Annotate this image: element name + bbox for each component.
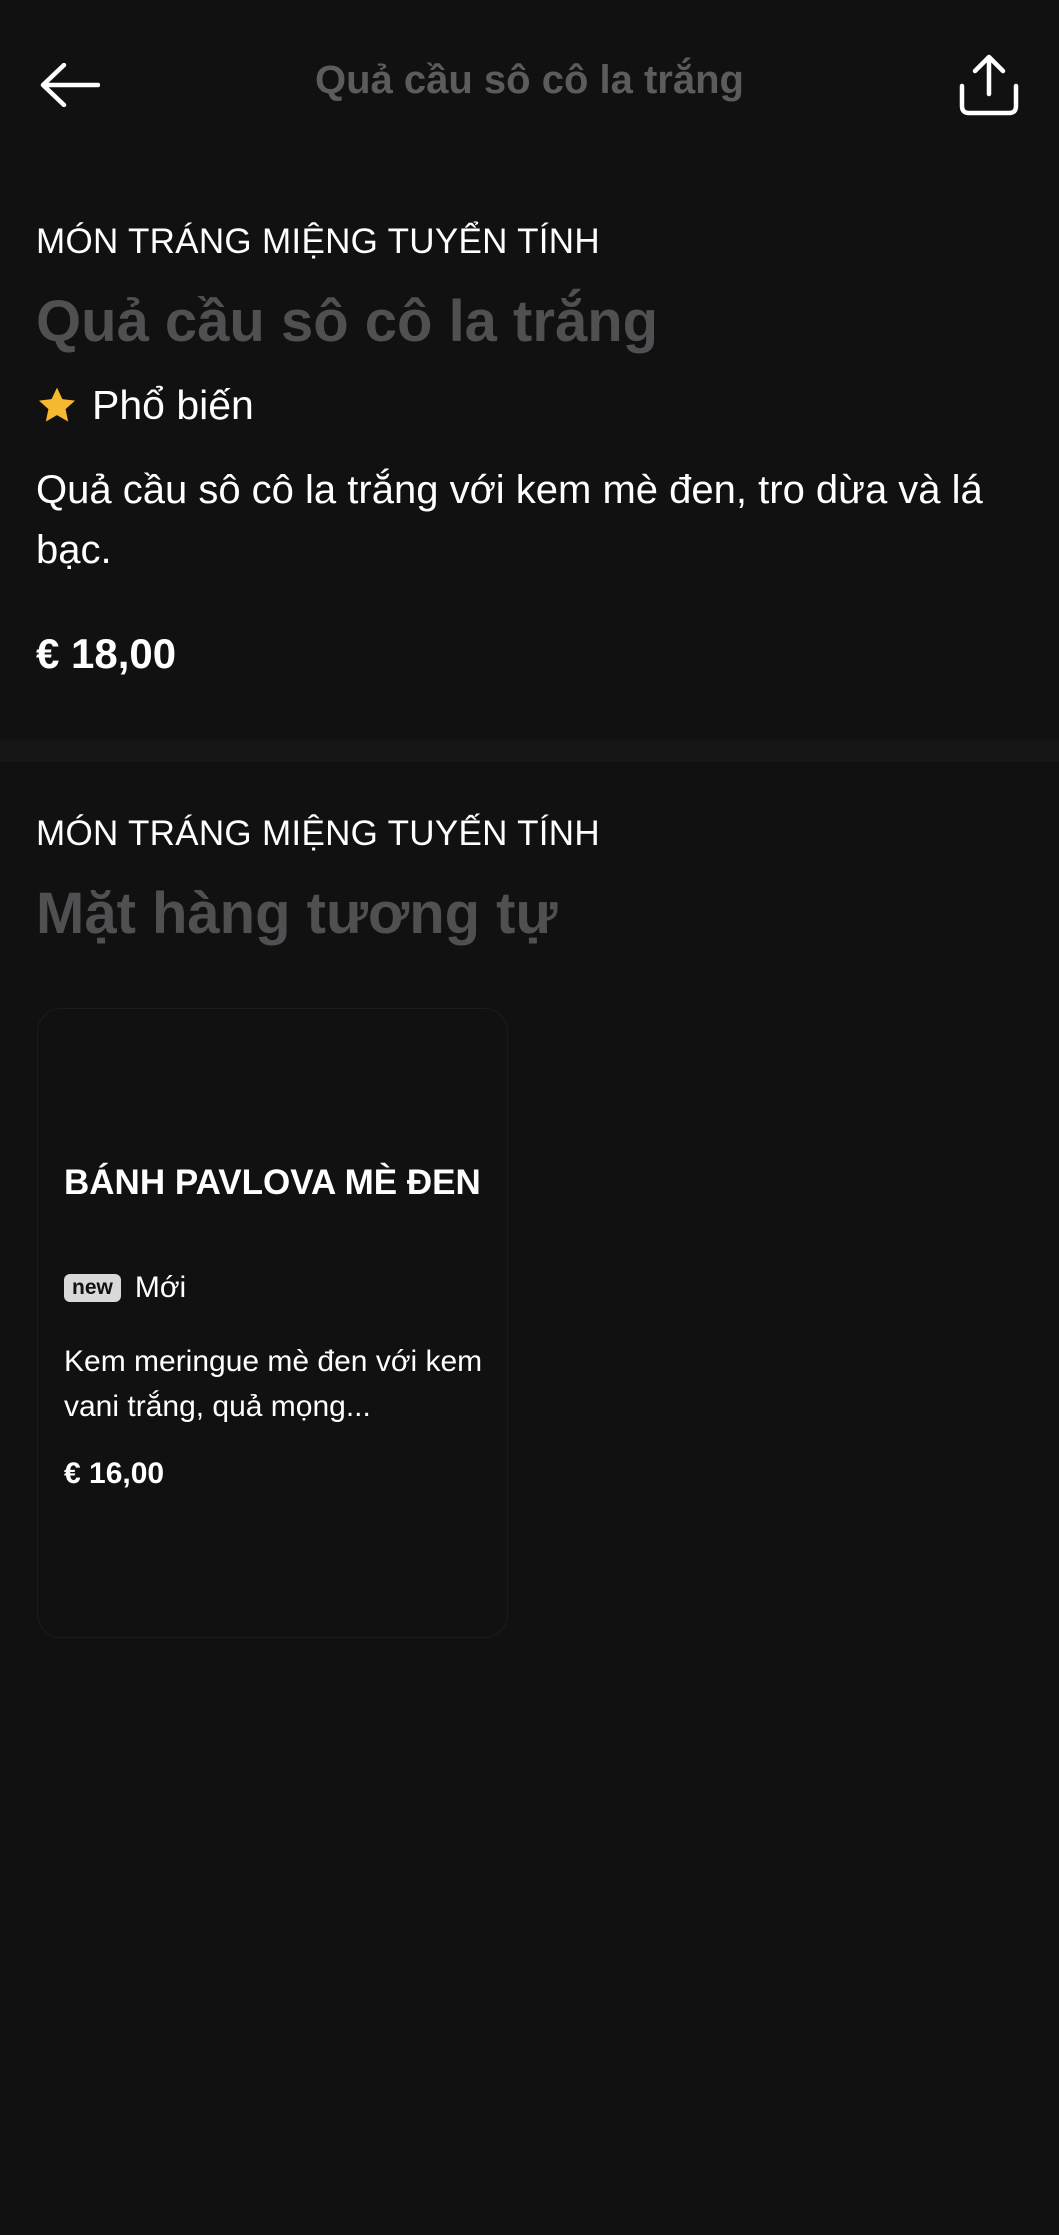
product-category: MÓN TRÁNG MIỆNG TUYỂN TÍNH: [36, 222, 600, 261]
product-name: Quả cầu sô cô la trắng: [36, 289, 659, 354]
star-icon: [38, 387, 76, 422]
back-button[interactable]: [30, 45, 110, 125]
header-title: Quả cầu sô cô la trắng: [314, 58, 744, 102]
product-description: Quả cầu sô cô la trắng với kem mè đen, t…: [36, 468, 983, 572]
top-bar: Quả cầu sô cô la trắng: [0, 0, 1059, 170]
similar-category: MÓN TRÁNG MIỆNG TUYẾN TÍNH: [36, 814, 600, 853]
new-badge-label: Mới: [134, 1271, 187, 1304]
similar-item-badge-row: new Mới: [64, 1271, 186, 1305]
product-details: MÓN TRÁNG MIỆNG TUYỂN TÍNH Quả cầu sô cô…: [0, 170, 1059, 740]
similar-title: Mặt hàng tương tự: [36, 881, 558, 946]
similar-item-card[interactable]: BÁNH PAVLOVA MÈ ĐEN new Mới Kem meringue…: [37, 1008, 508, 1638]
similar-item-description: Kem meringue mè đen với kem vani trắng, …: [64, 1345, 483, 1423]
share-icon: [959, 54, 1019, 116]
new-badge: new: [64, 1274, 121, 1302]
popular-tag-label: Phổ biến: [92, 382, 254, 428]
arrow-left-icon: [40, 63, 100, 107]
share-button[interactable]: [949, 45, 1029, 125]
section-divider: [0, 740, 1059, 762]
similar-item-price: € 16,00: [64, 1457, 165, 1490]
similar-item-name: BÁNH PAVLOVA MÈ ĐEN: [64, 1163, 481, 1202]
product-price: € 18,00: [36, 630, 177, 677]
popular-tag: Phổ biến: [36, 382, 254, 429]
